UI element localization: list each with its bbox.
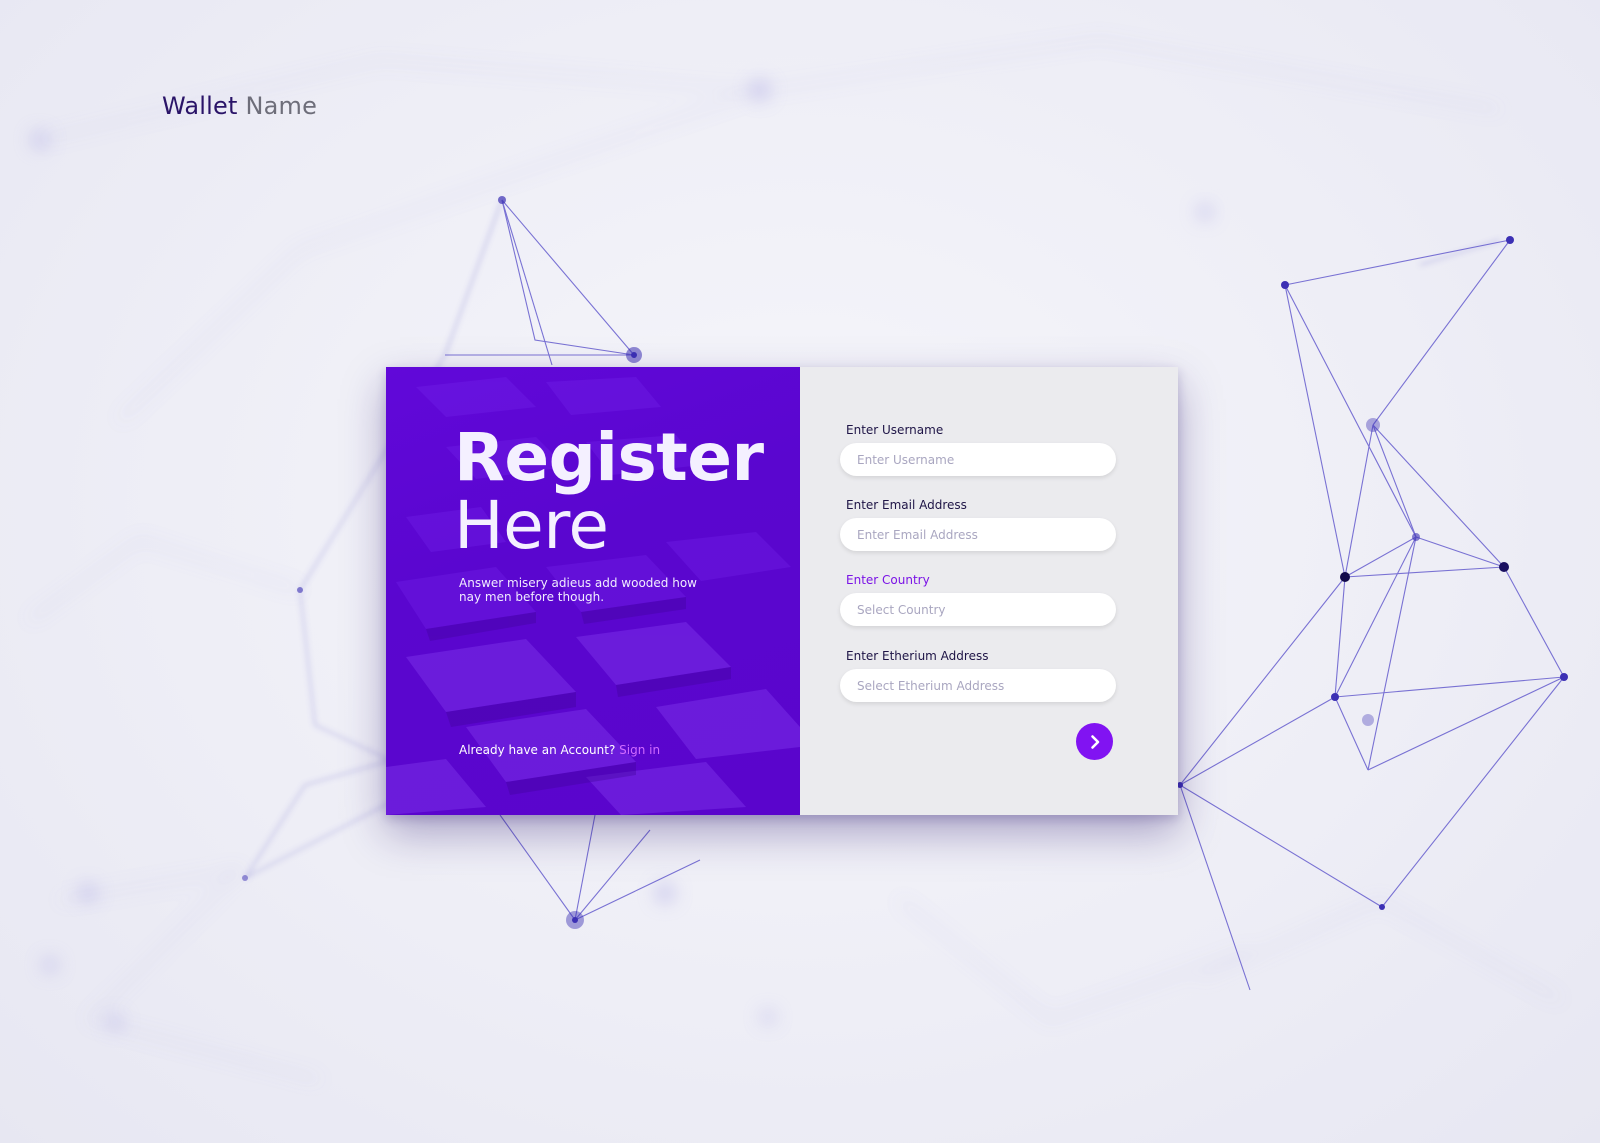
- username-input[interactable]: [840, 443, 1116, 476]
- sign-in-link[interactable]: Sign in: [619, 743, 660, 757]
- submit-button[interactable]: [1076, 723, 1113, 760]
- brand-word-name: Name: [245, 92, 318, 120]
- register-card: Register Here Answer misery adieus add w…: [386, 367, 1178, 815]
- chevron-right-icon: [1090, 734, 1099, 749]
- brand-logo: Wallet Name: [162, 92, 317, 120]
- register-heading: Register Here: [454, 425, 764, 559]
- country-input[interactable]: [840, 593, 1116, 626]
- email-input[interactable]: [840, 518, 1116, 551]
- signin-prompt-text: Already have an Account?: [459, 743, 616, 757]
- register-hero-panel: Register Here Answer misery adieus add w…: [386, 367, 800, 815]
- signin-prompt-row: Already have an Account? Sign in: [459, 743, 660, 757]
- eth-address-input[interactable]: [840, 669, 1116, 702]
- country-label: Enter Country: [846, 573, 930, 587]
- heading-line-1: Register: [454, 419, 764, 496]
- brand-word-wallet: Wallet: [162, 92, 238, 120]
- email-label: Enter Email Address: [846, 498, 967, 512]
- eth-address-label: Enter Etherium Address: [846, 649, 989, 663]
- register-form: Enter Username Enter Email Address Enter…: [800, 367, 1178, 815]
- username-label: Enter Username: [846, 423, 944, 437]
- tagline-text: Answer misery adieus add wooded how nay …: [459, 576, 697, 604]
- heading-line-2: Here: [454, 487, 609, 564]
